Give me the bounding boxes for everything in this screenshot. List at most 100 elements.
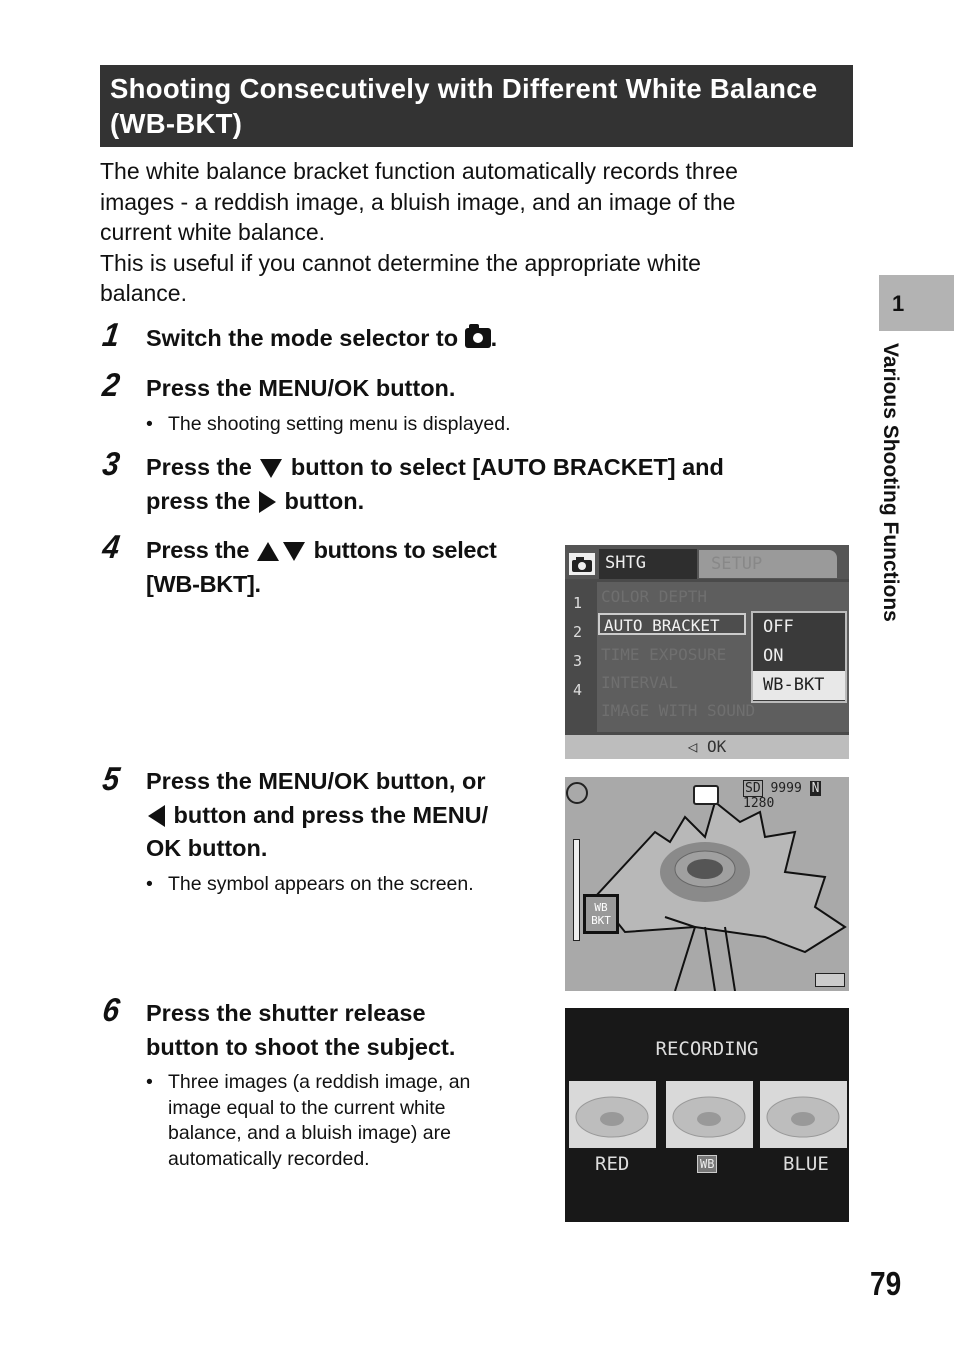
menu-item-selected: AUTO BRACKET xyxy=(598,613,746,635)
bullet-text: image equal to the current white xyxy=(168,1096,446,1119)
step-text: button to shoot the subject. xyxy=(146,1033,456,1060)
right-triangle-icon xyxy=(259,491,277,514)
camera-icon xyxy=(569,553,595,575)
flower-thumbnail xyxy=(575,1096,649,1138)
flower-thumbnail xyxy=(766,1096,840,1138)
step-number: 4 xyxy=(100,528,123,565)
status-readout: SD 9999 N 1280 xyxy=(743,780,849,811)
label-wb-icon: WB xyxy=(697,1155,718,1173)
left-triangle-icon xyxy=(148,805,165,828)
chapter-label: Various Shooting Functions xyxy=(878,343,918,688)
step-1-text: Switch the mode selector to . xyxy=(146,322,497,356)
wb-bkt-symbol: WB BKT xyxy=(583,894,619,934)
intro-line: current white balance. xyxy=(100,219,326,245)
remaining-shots: 9999 xyxy=(770,781,802,796)
thumbnail-wb xyxy=(666,1081,753,1148)
wb-bkt-label: WB BKT xyxy=(586,901,616,927)
tab-setup: SETUP xyxy=(699,550,837,578)
label-red: RED xyxy=(595,1153,630,1175)
intro-paragraph: The white balance bracket function autom… xyxy=(100,156,840,309)
row-numbers: 1 2 3 4 xyxy=(573,589,593,705)
down-triangle-icon xyxy=(283,542,306,562)
intro-line: This is useful if you cannot determine t… xyxy=(100,249,701,276)
intro-line: balance. xyxy=(100,280,187,306)
menu-item: IMAGE WITH SOUND xyxy=(601,701,756,720)
step-number: 6 xyxy=(100,991,123,1028)
step-text: button. xyxy=(278,487,365,514)
live-view-screenshot: SD 9999 N 1280 WB BKT xyxy=(565,777,849,991)
step-2-text: Press the MENU/OK button. xyxy=(146,375,456,401)
wb-bkt-line: BKT xyxy=(591,914,611,927)
step-5-text: Press the MENU/OK button, or button and … xyxy=(146,765,556,866)
down-triangle-icon xyxy=(260,459,283,479)
flash-icon xyxy=(566,782,588,804)
footer-ok: OK xyxy=(707,737,727,756)
thumbnail-red xyxy=(569,1081,656,1148)
chapter-number: 1 xyxy=(892,291,905,316)
bullet-text: The shooting setting menu is displayed. xyxy=(168,413,511,435)
step-text: [WB-BKT]. xyxy=(146,570,261,597)
camera-mode-icon xyxy=(693,785,719,805)
bullet-text: automatically recorded. xyxy=(168,1147,370,1170)
intro-line: The white balance bracket function autom… xyxy=(100,158,738,184)
flower-thumbnail xyxy=(672,1096,746,1138)
recording-title: RECORDING xyxy=(655,1038,759,1060)
left-arrow-icon: ◁ xyxy=(687,737,707,756)
menu-screenshot: SHTG STGS SETUP 1 2 3 4 COLOR DEPTH AUTO… xyxy=(565,545,849,759)
option: OFF xyxy=(763,617,794,637)
step-4-text: Press the buttons to select [WB-BKT]. xyxy=(146,534,556,601)
label-blue: BLUE xyxy=(783,1153,829,1175)
thumbnail-blue xyxy=(760,1081,847,1148)
tab-shooting-settings: SHTG STGS xyxy=(599,549,697,601)
bullet-text: balance, and a bluish image) are xyxy=(168,1122,451,1144)
step-number: 2 xyxy=(100,366,123,403)
step-6-text: Press the shutter release button to shoo… xyxy=(146,997,556,1064)
up-triangle-icon xyxy=(257,542,280,562)
page-number: 79 xyxy=(870,1265,902,1302)
step-2-bullet: • The shooting setting menu is displayed. xyxy=(146,412,511,438)
bullet-dot: • xyxy=(146,413,153,435)
step-text: OK button. xyxy=(146,835,268,861)
row-number: 4 xyxy=(573,681,583,699)
step-5-bullet: • The symbol appears on the screen. xyxy=(146,872,474,898)
menu-item: INTERVAL xyxy=(601,673,679,692)
row-number: 1 xyxy=(573,594,583,612)
intro-line: images - a reddish image, a bluish image… xyxy=(100,188,736,215)
step-text: button to select [AUTO BRACKET] and xyxy=(284,454,724,480)
step-text: Switch the mode selector to xyxy=(146,325,465,351)
row-number: 3 xyxy=(573,652,583,670)
recording-screenshot: RECORDING RED WB BLUE xyxy=(565,1008,849,1222)
step-text: press the xyxy=(146,487,258,514)
step-6-bullet: • Three images (a reddish image, an image… xyxy=(146,1070,568,1172)
menu-item: COLOR DEPTH xyxy=(601,587,707,606)
section-title: Shooting Consecutively with Different Wh… xyxy=(100,65,853,147)
camera-icon xyxy=(464,324,491,348)
zoom-bar xyxy=(573,839,580,941)
wb-bkt-line: WB xyxy=(594,901,608,914)
chapter-title: Various Shooting Functions xyxy=(879,343,902,622)
bullet-text: Three images (a reddish image, an xyxy=(168,1071,471,1093)
step-number: 5 xyxy=(100,760,123,797)
bullet-dot: • xyxy=(146,1071,153,1093)
menu-footer: ◁ OK xyxy=(565,735,849,759)
battery-icon xyxy=(815,973,845,987)
step-text: . xyxy=(490,325,498,351)
chapter-tab: 1 xyxy=(879,275,954,331)
row-number: 2 xyxy=(573,623,583,641)
option: ON xyxy=(763,646,784,666)
step-number: 1 xyxy=(100,316,123,353)
option-popup: OFF ON WB-BKT xyxy=(751,611,847,703)
step-text: buttons to select xyxy=(307,537,497,563)
sd-card-icon: SD xyxy=(743,780,763,797)
step-3-text: Press the button to select [AUTO BRACKET… xyxy=(146,451,846,518)
image-size: 1280 xyxy=(743,796,775,811)
step-text: Press the shutter release xyxy=(146,1000,426,1026)
step-text: Press the xyxy=(146,537,256,563)
quality-badge: N xyxy=(809,781,822,796)
step-text: Press the xyxy=(146,454,259,480)
step-number: 3 xyxy=(100,445,123,482)
step-text: button and press the MENU/ xyxy=(167,801,489,828)
bullet-text: The symbol appears on the screen. xyxy=(168,873,474,895)
bullet-dot: • xyxy=(146,873,153,895)
step-text: Press the MENU/OK button, or xyxy=(146,768,486,794)
